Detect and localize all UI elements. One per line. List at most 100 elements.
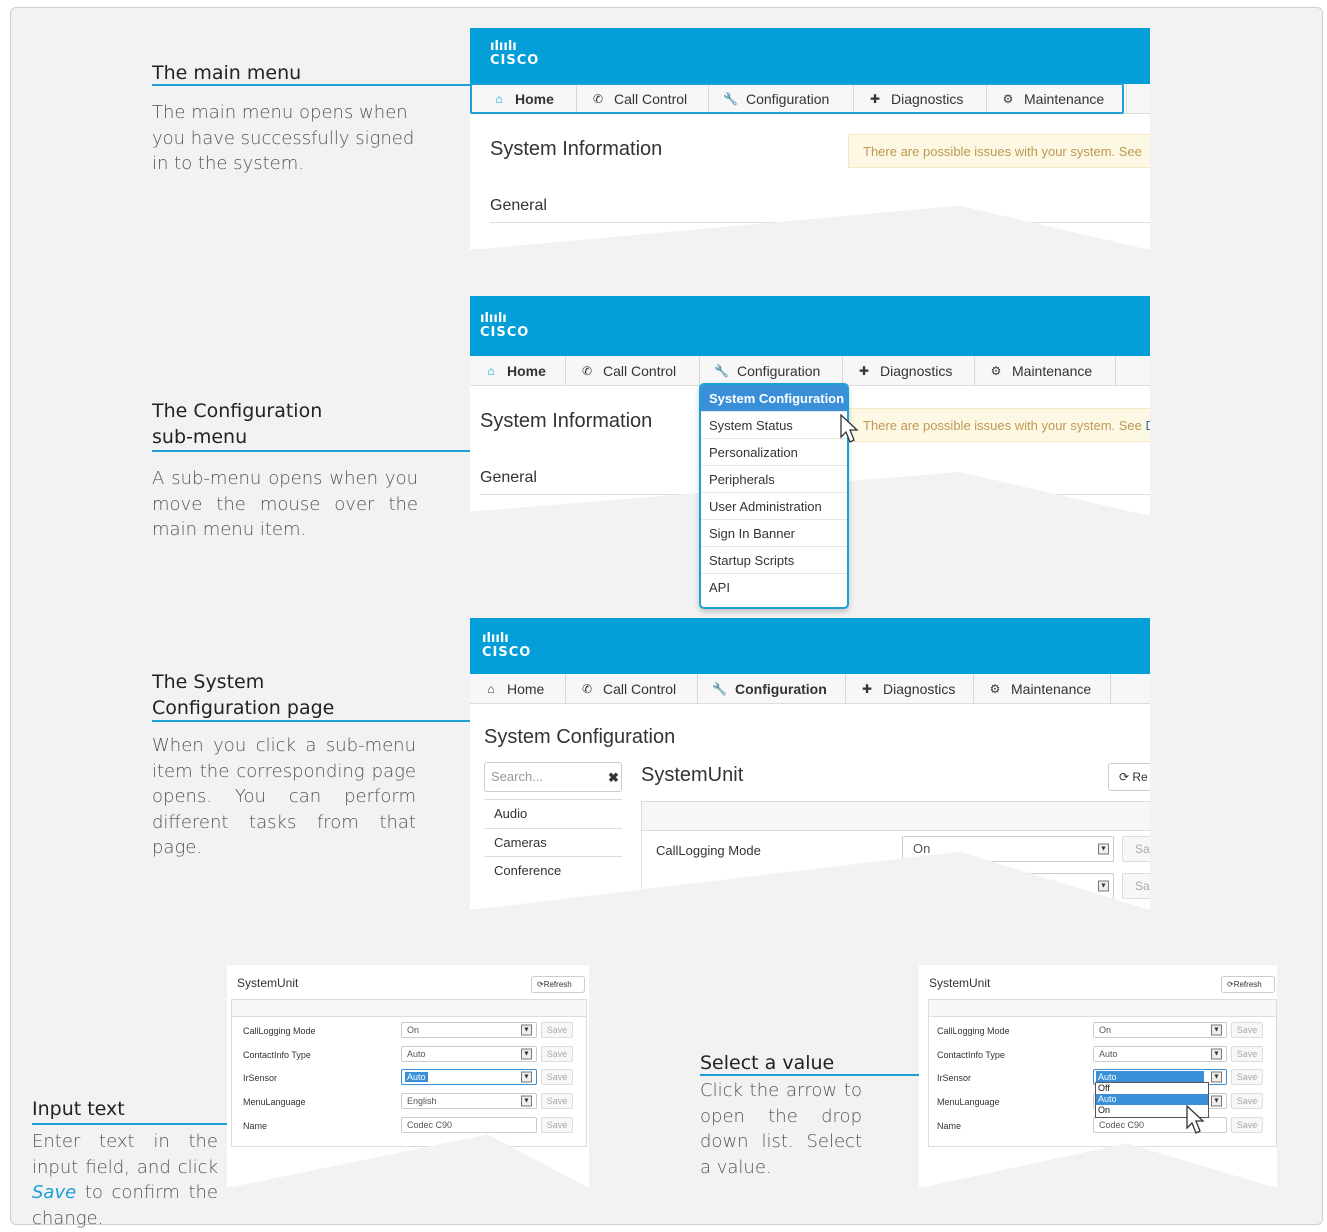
- row-label: IrSensor: [243, 1073, 278, 1083]
- nav-maintenance[interactable]: ⚙ Maintenance: [975, 356, 1116, 386]
- main-menu-screenshot: ılıılı CISCO ⌂ Home ✆ Call Control 🔧 Configu…: [470, 28, 1150, 250]
- cisco-header: ılıılı CISCO: [470, 618, 1150, 676]
- calllogging-mode-select[interactable]: On ▼: [401, 1022, 537, 1038]
- refresh-icon: ⟳: [537, 980, 544, 989]
- submenu-personalization[interactable]: Personalization: [701, 439, 847, 466]
- config-submenu-caption-text: A sub-menu opens when you move the mouse…: [152, 468, 418, 540]
- refresh-button[interactable]: ⟳ Re: [1108, 763, 1150, 791]
- cisco-logo: ılıılı CISCO: [490, 39, 540, 68]
- refresh-button[interactable]: ⟳Refresh: [1221, 976, 1275, 993]
- refresh-icon: ⟳: [1227, 980, 1234, 989]
- config-submenu-caption-title-1: The Configuration: [152, 400, 323, 422]
- config-submenu-caption-title-2: sub-menu: [152, 426, 248, 448]
- clear-search-icon[interactable]: ✖: [608, 770, 619, 786]
- calllogging-mode-select[interactable]: On ▼: [1093, 1022, 1227, 1038]
- home-icon: ⌂: [487, 682, 495, 696]
- row-label: IrSensor: [937, 1073, 972, 1083]
- dropdown-arrow-icon[interactable]: ▼: [521, 1024, 532, 1036]
- submenu-startup-scripts[interactable]: Startup Scripts: [701, 547, 847, 574]
- dropdown-arrow-icon[interactable]: ▼: [521, 1095, 532, 1107]
- menulanguage-select[interactable]: English ▼: [401, 1093, 537, 1109]
- save-button[interactable]: Save: [541, 1069, 573, 1085]
- category-conference[interactable]: Conference: [494, 863, 561, 878]
- nav-configuration[interactable]: 🔧 Configuration: [698, 674, 846, 704]
- save-emphasis: Save: [32, 1182, 77, 1203]
- main-nav: ⌂ Home ✆ Call Control 🔧 Configuration ✚ Diag…: [470, 674, 1150, 704]
- save-button[interactable]: Save: [1231, 1117, 1263, 1133]
- save-button[interactable]: Save: [541, 1046, 573, 1062]
- nav-diagnostics[interactable]: ✚ Diagnostics: [843, 356, 975, 386]
- save-button[interactable]: Sa: [1122, 873, 1150, 899]
- nav-call-control[interactable]: ✆ Call Control: [566, 674, 698, 704]
- page-title: System Information: [490, 138, 663, 160]
- save-button[interactable]: Sa: [1122, 836, 1150, 862]
- search-input[interactable]: Search...: [484, 762, 622, 792]
- dropdown-arrow-icon[interactable]: ▼: [521, 1048, 532, 1060]
- section-header-bar: [641, 801, 1150, 831]
- save-button[interactable]: Save: [541, 1117, 573, 1133]
- submenu-peripherals[interactable]: Peripherals: [701, 466, 847, 493]
- divider: [484, 799, 622, 800]
- dropdown-arrow-icon[interactable]: ▼: [1211, 1024, 1222, 1036]
- save-button[interactable]: Save: [541, 1093, 573, 1109]
- name-input[interactable]: Codec C90: [1093, 1117, 1227, 1133]
- refresh-icon: ⟳: [1119, 770, 1133, 784]
- main-menu-leader-line: [152, 84, 470, 86]
- irsensor-select[interactable]: Auto ▼: [401, 1069, 537, 1085]
- nav-home[interactable]: ⌂ Home: [470, 674, 566, 704]
- dropdown-arrow-icon[interactable]: ▼: [1211, 1095, 1222, 1107]
- select-value-caption-text: Click the arrow to open the drop down li…: [700, 1080, 862, 1178]
- row-label: MenuLanguage: [243, 1097, 306, 1107]
- nav-configuration[interactable]: 🔧 Configuration: [700, 356, 843, 386]
- calllogging-mode-select[interactable]: On ▼: [902, 836, 1114, 862]
- section-header-bar: [231, 999, 587, 1017]
- submenu-api[interactable]: API: [701, 574, 847, 601]
- name-input[interactable]: Codec C90: [401, 1117, 537, 1133]
- gear-icon: ⚙: [990, 364, 1002, 378]
- option-auto[interactable]: Auto: [1096, 1094, 1208, 1105]
- divider: [490, 222, 1150, 223]
- dropdown-arrow-icon[interactable]: ▼: [1211, 1048, 1222, 1060]
- input-text-screenshot: SystemUnit ⟳Refresh CallLogging Mode On ▼…: [227, 965, 589, 1188]
- submenu-system-status[interactable]: System Status: [701, 412, 847, 439]
- cisco-logo: ılıılı CISCO: [482, 631, 532, 660]
- warning-link[interactable]: D: [1146, 418, 1150, 433]
- category-cameras[interactable]: Cameras: [494, 835, 547, 850]
- save-button[interactable]: Save: [1231, 1069, 1263, 1085]
- contactinfo-type-select[interactable]: Auto ▼: [401, 1046, 537, 1062]
- submenu-sign-in-banner[interactable]: Sign In Banner: [701, 520, 847, 547]
- nav-diagnostics[interactable]: ✚ Diagnostics: [846, 674, 974, 704]
- nav-home[interactable]: ⌂ Home: [470, 356, 566, 386]
- main-menu-caption-text: The main menu opens when you have succes…: [152, 102, 415, 174]
- save-button[interactable]: Save: [1231, 1093, 1263, 1109]
- row-label: Name: [937, 1121, 962, 1131]
- cisco-header: ılıılı CISCO: [470, 296, 1150, 356]
- option-off[interactable]: Off: [1096, 1083, 1208, 1094]
- page-title: System Configuration: [484, 726, 676, 748]
- nav-maintenance[interactable]: ⚙ Maintenance: [974, 674, 1111, 704]
- system-config-caption-text: When you click a sub-menu item the corre…: [152, 735, 416, 858]
- contactinfo-type-select[interactable]: Auto ▼: [1093, 1046, 1227, 1062]
- select-value-screenshot: SystemUnit ⟳Refresh CallLogging Mode On ▼…: [919, 965, 1277, 1188]
- nav-call-control[interactable]: ✆ Call Control: [566, 356, 700, 386]
- submenu-system-configuration[interactable]: System Configuration: [701, 385, 847, 412]
- refresh-button[interactable]: ⟳Refresh: [531, 976, 585, 993]
- section-title: SystemUnit: [641, 764, 744, 786]
- gear-icon: ⚙: [989, 682, 1001, 696]
- save-button[interactable]: Save: [1231, 1046, 1263, 1062]
- save-button[interactable]: Save: [541, 1022, 573, 1038]
- submenu-user-administration[interactable]: User Administration: [701, 493, 847, 520]
- category-audio[interactable]: Audio: [494, 806, 527, 821]
- dropdown-arrow-icon[interactable]: ▼: [1098, 880, 1109, 892]
- dropdown-arrow-icon[interactable]: ▼: [521, 1071, 532, 1083]
- next-row-select[interactable]: ▼: [902, 873, 1114, 899]
- dropdown-arrow-icon[interactable]: ▼: [1098, 843, 1109, 855]
- mouse-cursor-icon: [1186, 1105, 1205, 1134]
- dropdown-arrow-icon[interactable]: ▼: [1211, 1071, 1222, 1083]
- cisco-logo: ılıılı CISCO: [480, 311, 530, 340]
- main-menu-highlight: [470, 83, 1124, 114]
- save-button[interactable]: Save: [1231, 1022, 1263, 1038]
- mouse-cursor-icon: [840, 414, 859, 443]
- phone-icon: ✆: [581, 682, 593, 696]
- phone-icon: ✆: [581, 364, 593, 378]
